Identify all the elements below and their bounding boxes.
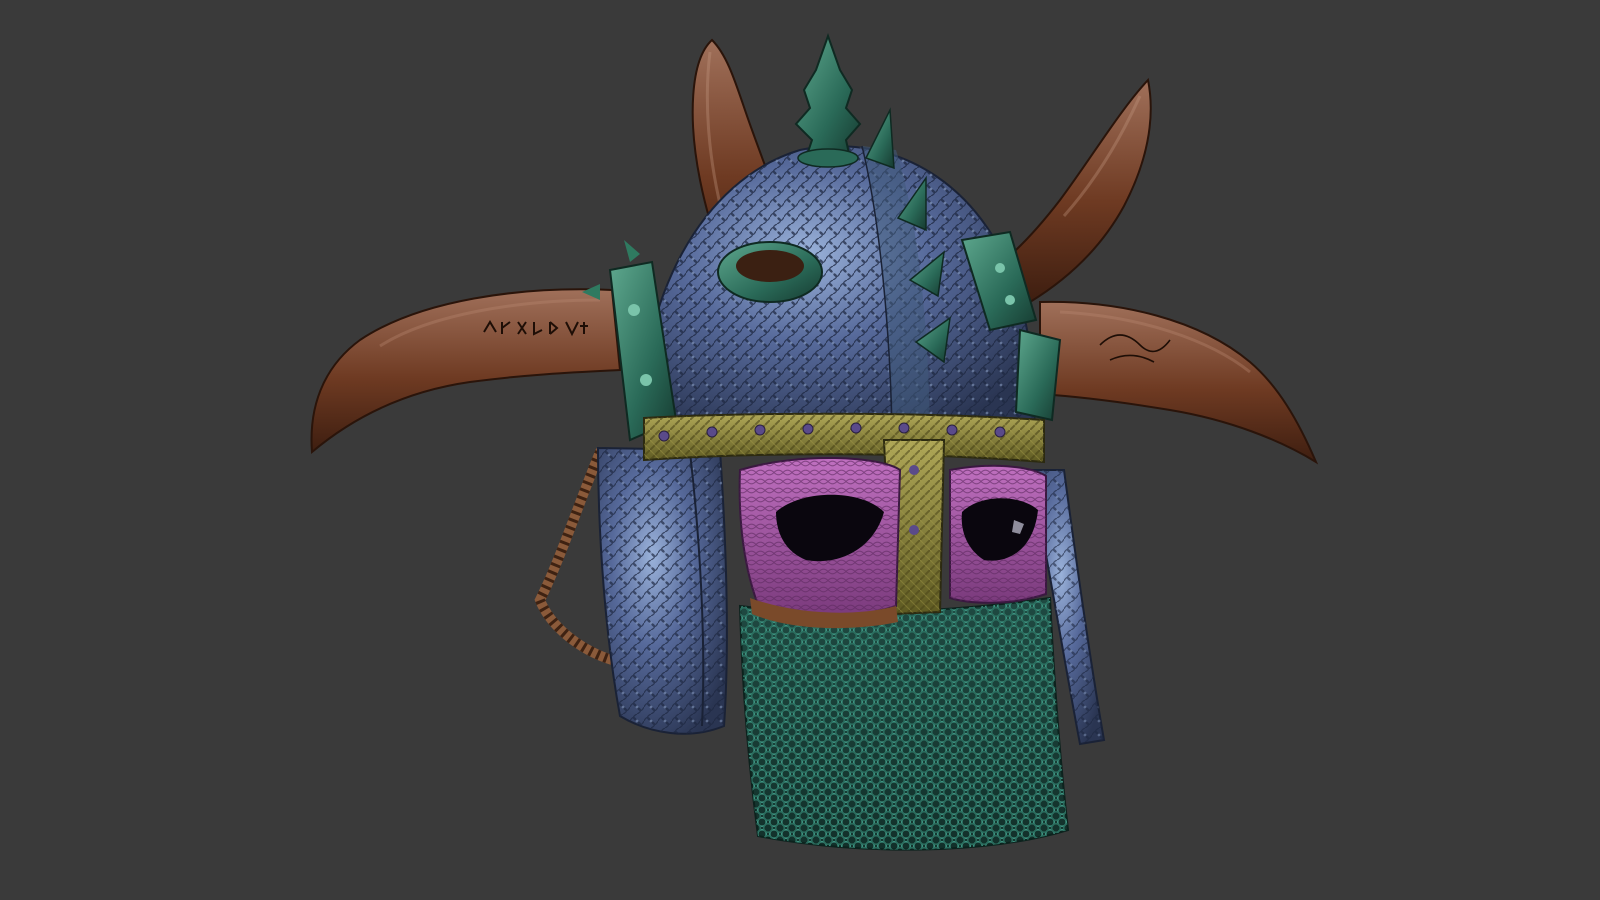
right-side-horn-mount bbox=[1014, 328, 1062, 422]
brow-band bbox=[643, 412, 1045, 464]
viewport bbox=[0, 0, 1600, 900]
left-cheek-guard bbox=[596, 446, 728, 735]
helmet-render bbox=[0, 0, 1600, 900]
chainmail-aventail bbox=[738, 596, 1070, 851]
left-horn-mount-ring bbox=[717, 241, 823, 303]
eye-mask bbox=[738, 456, 1047, 629]
